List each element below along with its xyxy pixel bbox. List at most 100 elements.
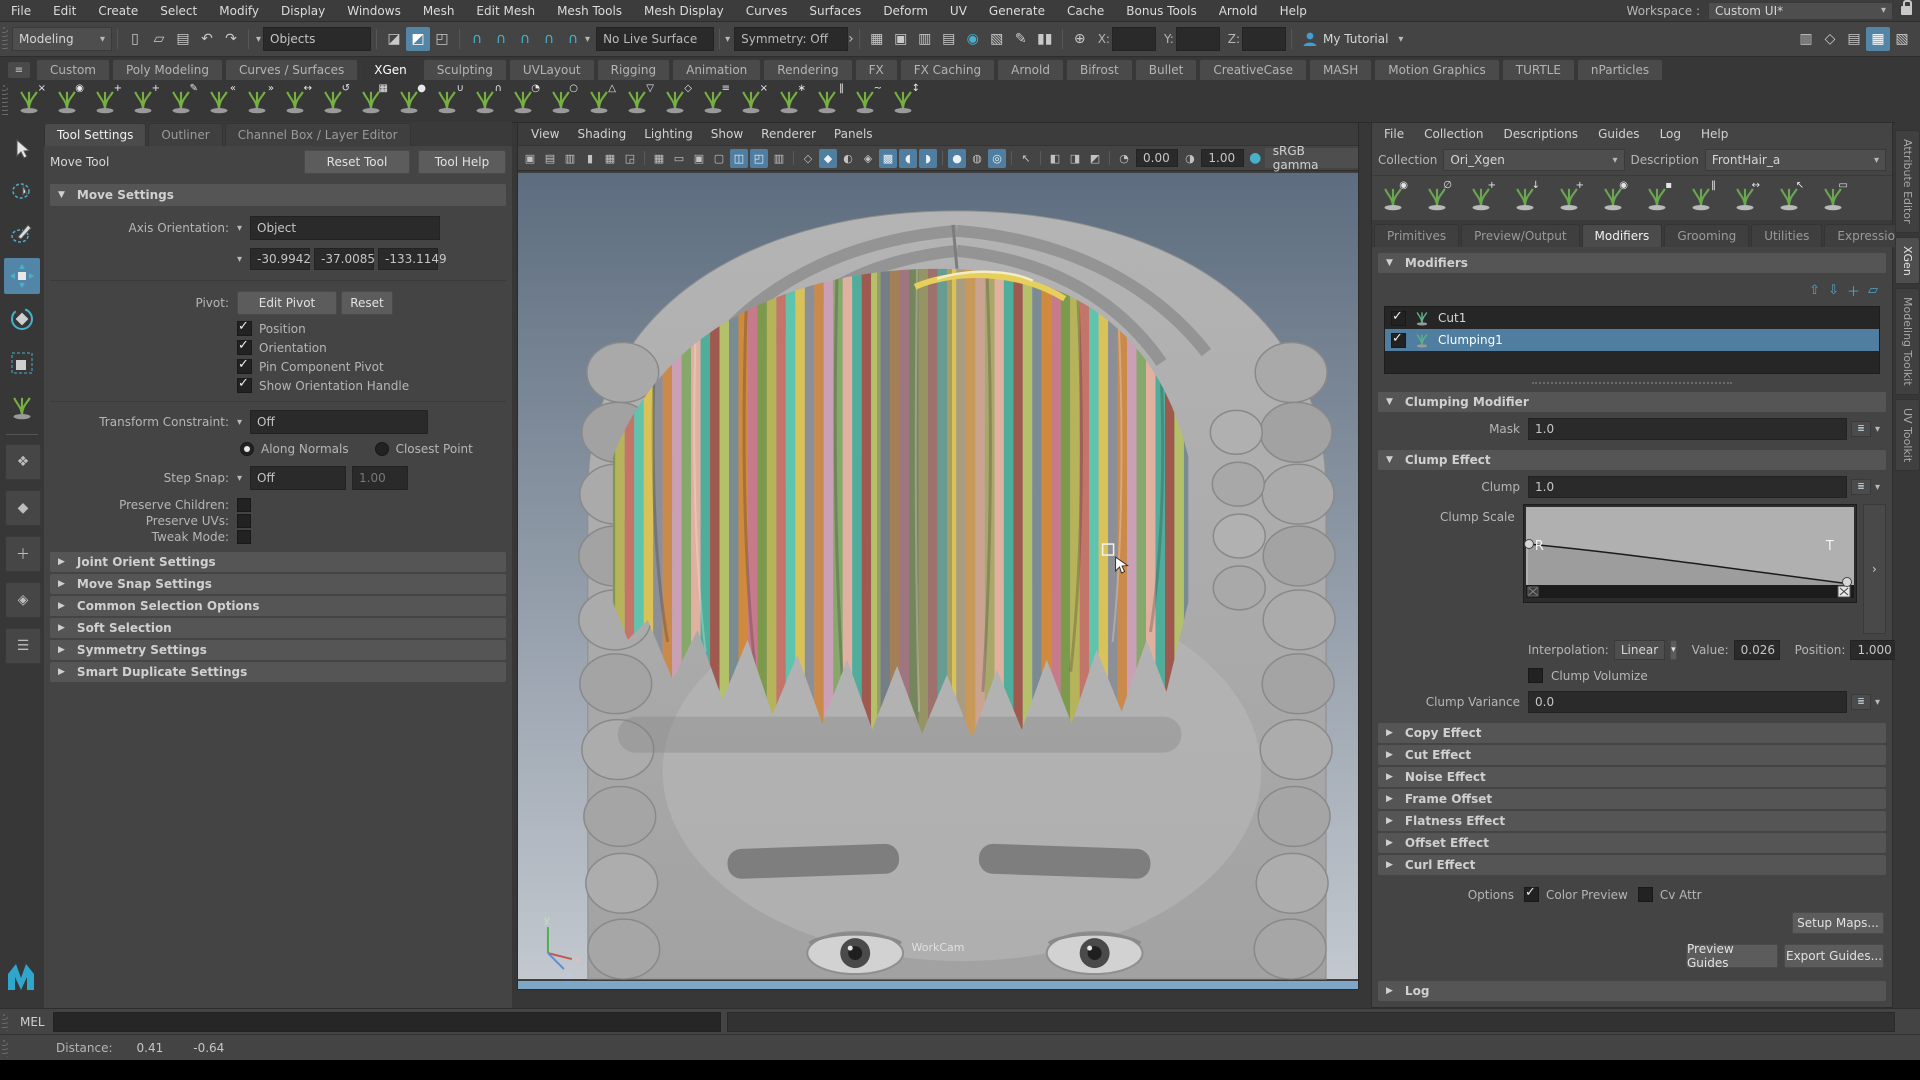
mask-field[interactable]: 1.0	[1528, 418, 1847, 440]
shelf-tab[interactable]: Bifrost	[1066, 59, 1133, 80]
modeling-toolkit-toggle-icon[interactable]: ▥	[1794, 27, 1818, 51]
xgen-tab[interactable]: Modifiers	[1582, 224, 1663, 247]
expression-icon[interactable]: ≣	[1851, 694, 1871, 710]
modifier-move-up-icon[interactable]: ⇧	[1809, 283, 1820, 298]
xgen-move-guides-icon[interactable]: ↔	[1730, 181, 1760, 215]
collapsed-section-header[interactable]: Smart Duplicate Settings	[50, 662, 506, 682]
clump-volumize-checkbox[interactable]	[1528, 668, 1543, 683]
effect-section-header[interactable]: Offset Effect	[1378, 833, 1886, 853]
bookmark-icon[interactable]: ▮	[581, 149, 599, 168]
safe-title-icon[interactable]: ▥	[770, 149, 788, 168]
grip-handle[interactable]	[2, 26, 8, 52]
map-menu-icon[interactable]: ▾	[1875, 424, 1880, 435]
guides-to-curves-icon[interactable]: ∩	[468, 84, 502, 118]
description-selector[interactable]: FrontHair_a	[1705, 149, 1886, 171]
last-tool-xgen-groom[interactable]	[5, 390, 39, 424]
groom-length-icon[interactable]: ↕	[886, 84, 920, 118]
preview-guides-button[interactable]: Preview Guides	[1686, 944, 1778, 968]
groom-part-icon[interactable]: ‖	[810, 84, 844, 118]
clump-field[interactable]: 1.0	[1528, 476, 1847, 498]
menu-item[interactable]: Create	[87, 0, 149, 21]
workspace-selector[interactable]: Custom UI*▾	[1708, 2, 1893, 20]
checkbox[interactable]	[237, 530, 251, 544]
checkbox[interactable]	[237, 321, 252, 336]
xgen-editor-icon[interactable]: ×	[12, 84, 46, 118]
undo-icon[interactable]: ↶	[195, 27, 219, 51]
select-component-icon[interactable]: ◰	[430, 27, 454, 51]
xgen-part-guides-icon[interactable]: ‖	[1686, 181, 1716, 215]
modifier-enabled-checkbox[interactable]	[1391, 333, 1406, 348]
resolution-gate-icon[interactable]: ▣	[690, 149, 708, 168]
shelf-tab[interactable]: CreativeCase	[1199, 59, 1307, 80]
view-transform-label[interactable]: sRGB gamma	[1265, 148, 1358, 168]
menu-item[interactable]: Deform	[872, 0, 939, 21]
menu-item[interactable]: Edit	[42, 0, 87, 21]
menu-item[interactable]: Cache	[1056, 0, 1115, 21]
menu-item[interactable]: Mesh Tools	[546, 0, 633, 21]
hypershade-icon[interactable]: ◉	[961, 27, 985, 51]
camera-attrs-icon[interactable]: ▥	[561, 149, 579, 168]
wireframe-icon[interactable]: ◇	[799, 149, 817, 168]
axis-orientation-field[interactable]: Object	[250, 216, 440, 240]
collection-selector[interactable]: Ori_Xgen	[1443, 149, 1624, 171]
checkbox-row[interactable]: Pin Component Pivot	[237, 359, 512, 374]
guide-density-icon[interactable]: ▦	[354, 84, 388, 118]
shelf-tab[interactable]: Rigging	[597, 59, 670, 80]
checkbox-row[interactable]: Orientation	[237, 340, 512, 355]
xgen-preview-hide-icon[interactable]: ∅	[1422, 181, 1452, 215]
menu-set-selector[interactable]: Modeling	[12, 27, 112, 51]
materials-icon[interactable]: ◈	[859, 149, 877, 168]
redo-icon[interactable]: ↷	[219, 27, 243, 51]
expand-chevron-icon[interactable]	[848, 31, 854, 47]
select-context-icon[interactable]: ↖	[1017, 149, 1035, 168]
shelf-tab[interactable]: Custom	[36, 59, 110, 80]
effect-section-header[interactable]: Noise Effect	[1378, 767, 1886, 787]
modifiers-section-header[interactable]: Modifiers	[1378, 253, 1886, 273]
splitter-handle[interactable]	[1532, 382, 1732, 384]
panel-tab[interactable]: Channel Box / Layer Editor	[225, 123, 411, 146]
shelf-tab[interactable]: Rendering	[763, 59, 852, 80]
effect-section-header[interactable]: Curl Effect	[1378, 855, 1886, 875]
interpolation-arrow-button[interactable]: ▾	[1670, 640, 1677, 660]
bake-guides-icon[interactable]: ●	[392, 84, 426, 118]
export-guides-button[interactable]: Export Guides...	[1784, 944, 1884, 968]
viewcube-icon[interactable]: ▣	[521, 149, 539, 168]
select-object-icon[interactable]: ◩	[406, 27, 430, 51]
xgen-select-guides-icon[interactable]: ↖	[1774, 181, 1804, 215]
z-coord-input[interactable]	[1242, 27, 1286, 51]
toggle-mesh-icon[interactable]: ◇	[658, 84, 692, 118]
snap-together-icon[interactable]: ◧	[1046, 149, 1064, 168]
checkbox-row[interactable]: Position	[237, 321, 512, 336]
create-description-icon[interactable]: +	[88, 84, 122, 118]
selection-history-combo[interactable]: Objects	[263, 27, 371, 51]
snap-projected-center-icon[interactable]: ∩	[537, 27, 561, 51]
shelf-tab[interactable]: XGen	[360, 59, 421, 80]
xgen-menu-item[interactable]: Descriptions	[1493, 127, 1588, 141]
add-guides-icon[interactable]: +	[126, 84, 160, 118]
xgen-lock-guides-icon[interactable]: ▪	[1642, 181, 1672, 215]
display-layers-toggle-icon[interactable]: ▧	[1890, 27, 1914, 51]
modifier-add-icon[interactable]: ＋	[1847, 281, 1860, 300]
camera-icon[interactable]: ▤	[541, 149, 559, 168]
menu-item[interactable]: UV	[939, 0, 978, 21]
xgen-preview-icon[interactable]: ◉	[50, 84, 84, 118]
xgen-show-guides-icon[interactable]: ◉	[1598, 181, 1628, 215]
curves-to-guides-icon[interactable]: ∪	[430, 84, 464, 118]
xgen-export-selection-icon[interactable]: ↓	[1510, 181, 1540, 215]
viewport-canvas[interactable]: y x z WorkCam	[518, 171, 1358, 981]
modifier-folder-icon[interactable]: ▱	[1868, 283, 1878, 298]
pan-zoom-icon[interactable]: ◲	[621, 149, 639, 168]
expression-icon[interactable]: ≣	[1851, 479, 1871, 495]
viewport-menu-item[interactable]: Lighting	[635, 127, 702, 141]
live-surface-field[interactable]: No Live Surface	[596, 27, 714, 51]
character-controls-toggle-icon[interactable]: ◇	[1818, 27, 1842, 51]
default-material-icon[interactable]: ●	[948, 149, 966, 168]
orientation-value-field[interactable]: -30.9942	[250, 248, 310, 270]
cv-attr-row[interactable]: Cv Attr	[1638, 887, 1702, 902]
lights-icon[interactable]: ▩	[879, 149, 897, 168]
collapsed-section-header[interactable]: Joint Orient Settings	[50, 552, 506, 572]
isolate-icon[interactable]: ◎	[988, 149, 1006, 168]
preview-refresh-icon[interactable]: ◔	[506, 84, 540, 118]
menu-item[interactable]: File	[0, 0, 42, 21]
new-scene-icon[interactable]: ▯	[123, 27, 147, 51]
